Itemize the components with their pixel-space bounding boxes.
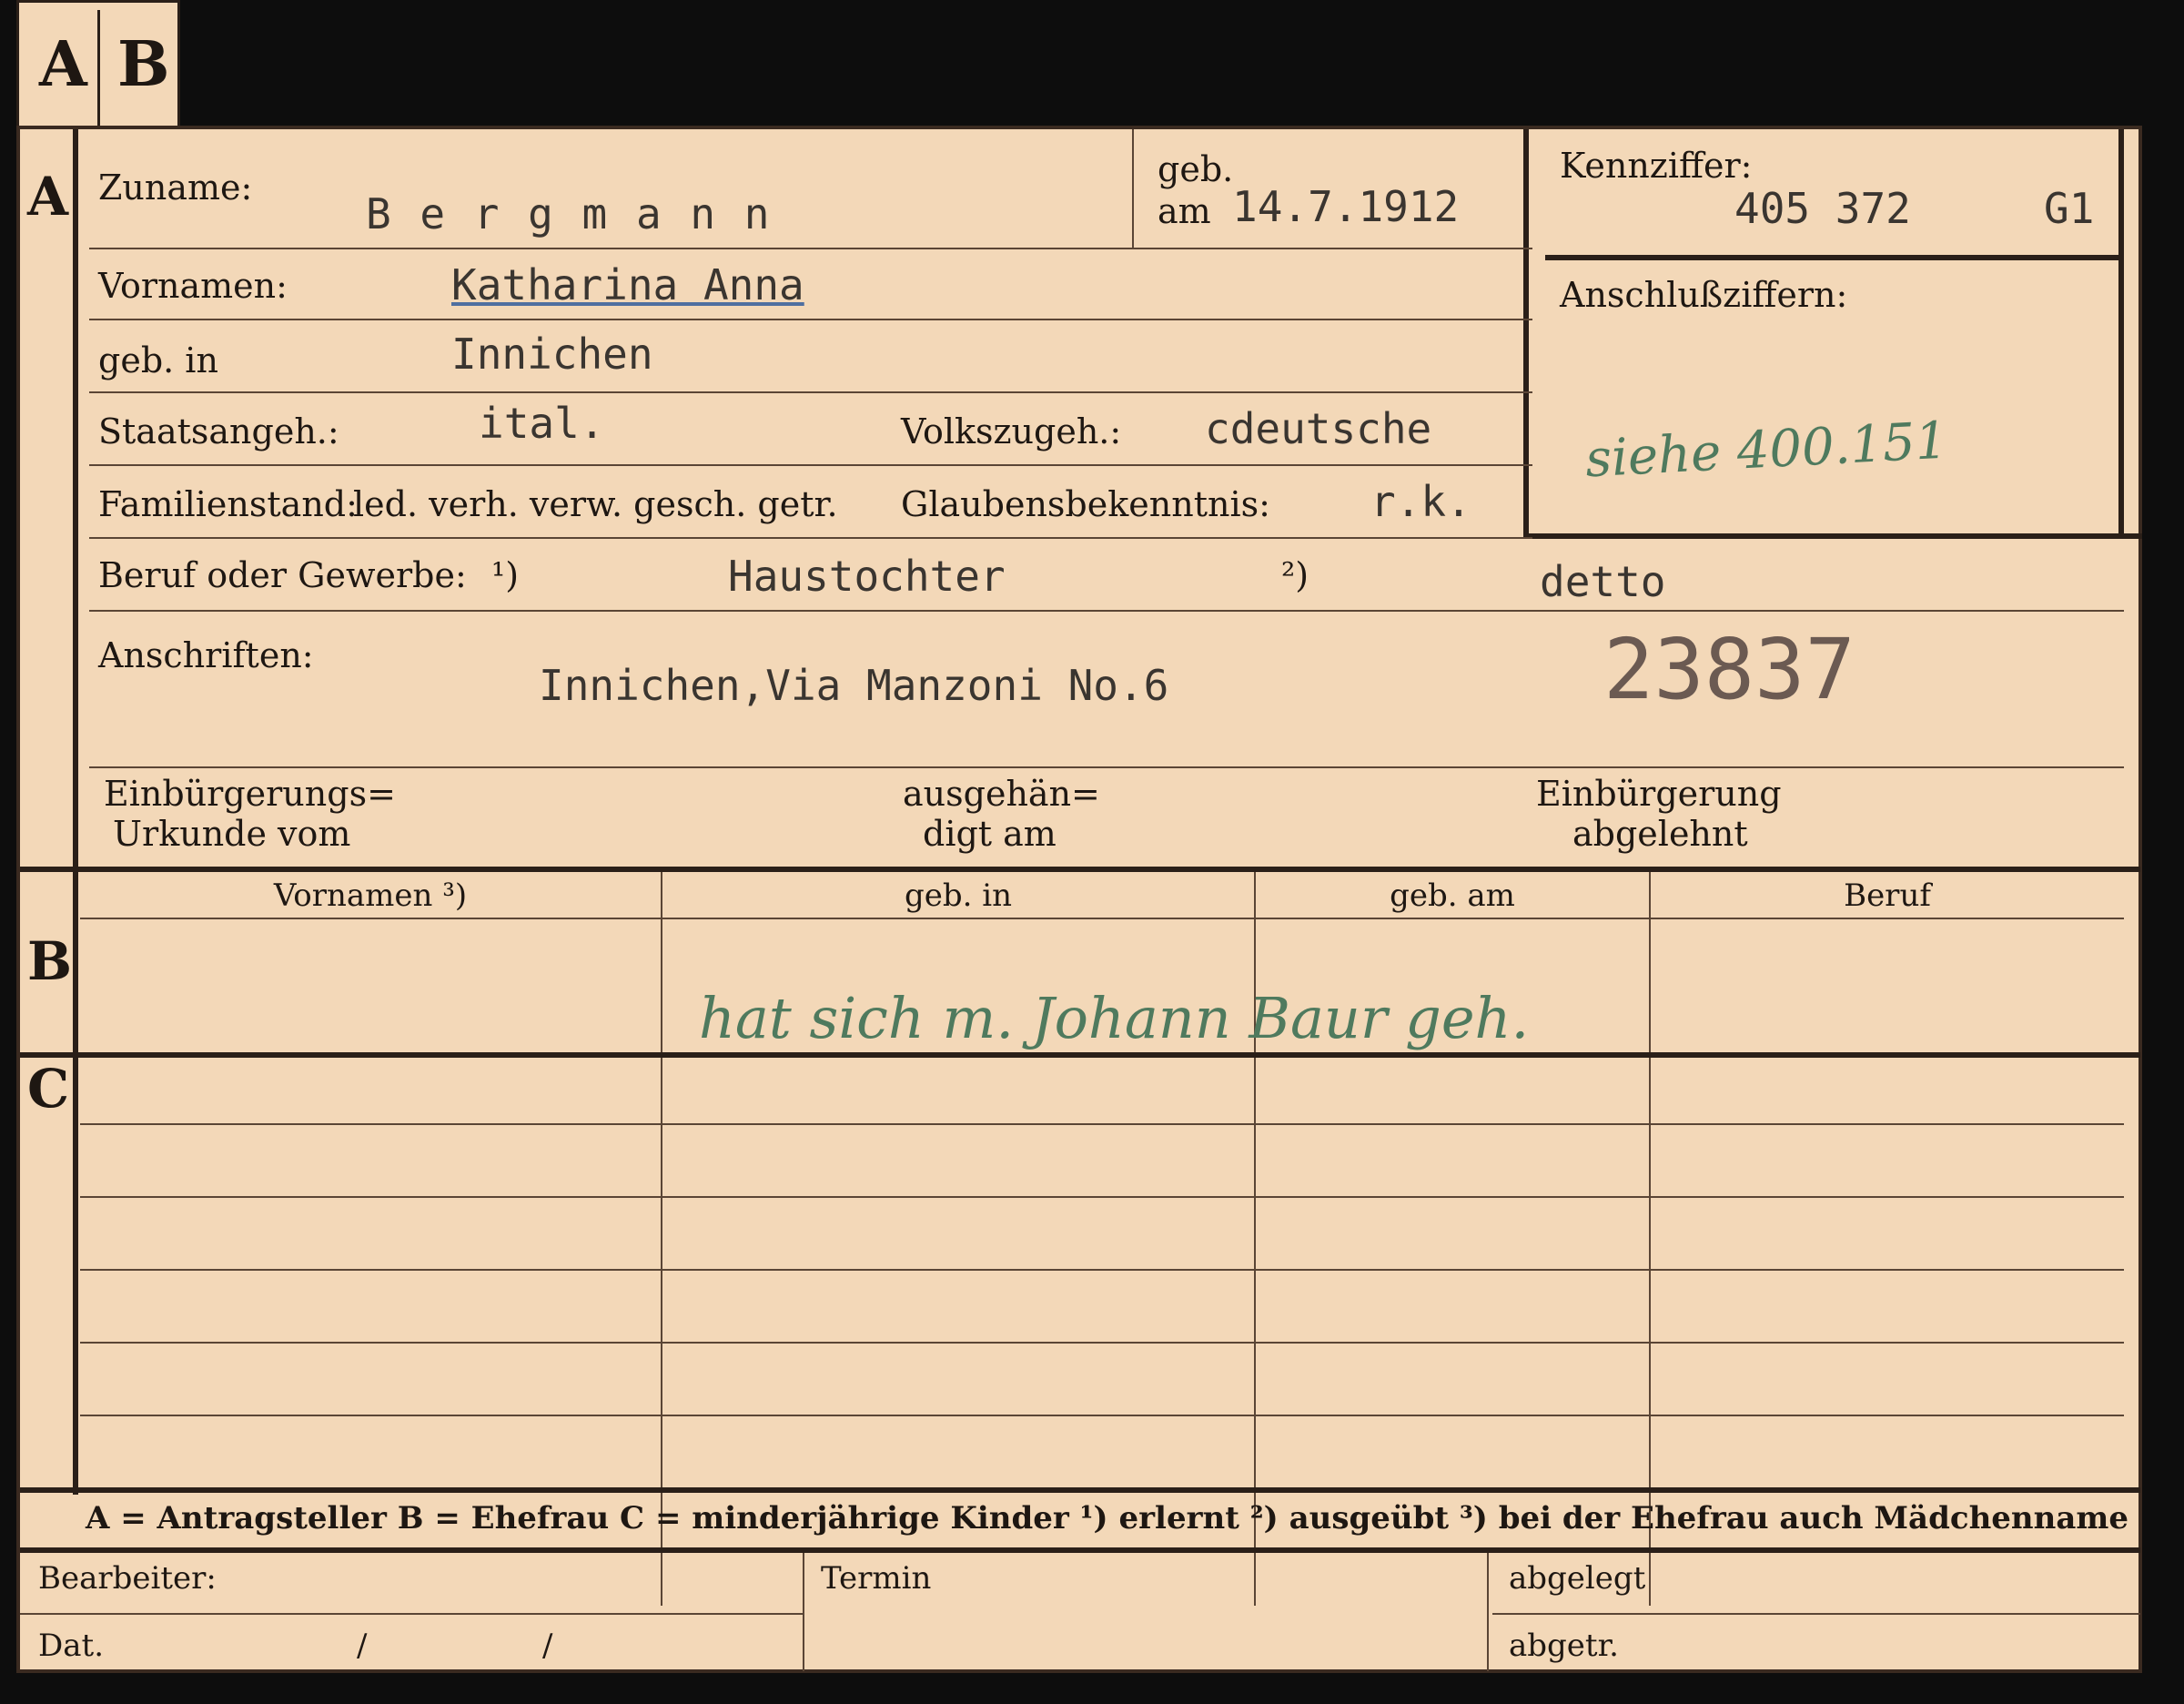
row-line-4 xyxy=(89,464,1532,466)
kennziffer-box-right xyxy=(2118,129,2124,539)
legend-top-rule xyxy=(20,1487,2140,1493)
c-row-line-4 xyxy=(80,1342,2124,1344)
zuname-value: B e r g m a n n xyxy=(366,189,772,238)
vornamen-label: Vornamen: xyxy=(98,266,288,306)
beruf-label: Beruf oder Gewerbe: xyxy=(98,555,467,595)
c-row-line-5 xyxy=(80,1415,2124,1416)
footer-divider-2 xyxy=(1487,1553,1489,1671)
row-line-5 xyxy=(89,537,1532,539)
tab-letter-a: A xyxy=(39,28,87,101)
section-b-header-line xyxy=(80,918,2124,919)
zuname-label: Zuname: xyxy=(98,167,253,208)
section-b-letter: B xyxy=(27,930,73,992)
col-head-beruf: Beruf xyxy=(1844,877,1931,914)
glauben-value: r.k. xyxy=(1370,477,1471,526)
date-slash-1: / xyxy=(357,1628,368,1664)
kennziffer-suffix: G1 xyxy=(2044,184,2095,233)
date-slash-2: / xyxy=(542,1628,553,1664)
c-row-line-2 xyxy=(80,1196,2124,1198)
anschluss-note: siehe 400.151 xyxy=(1583,411,1949,490)
geb-am-value: 14.7.1912 xyxy=(1232,182,1460,231)
col-head-gebam: geb. am xyxy=(1390,877,1515,914)
vornamen-value: Katharina Anna xyxy=(451,260,804,309)
einb-abgelehnt-line2: abgelehnt xyxy=(1572,814,1748,854)
stamp-number: 23837 xyxy=(1603,621,1855,718)
row-line-3 xyxy=(89,391,1532,393)
registration-card: A B C Zuname: B e r g m a n n geb. am 14… xyxy=(16,126,2142,1673)
bearbeiter-label: Bearbeiter: xyxy=(38,1560,217,1597)
einb-urkunde-line2: Urkunde vom xyxy=(113,814,351,854)
section-a-letter: A xyxy=(27,166,69,228)
volks-label: Volkszugeh.: xyxy=(901,411,1122,451)
tab-divider xyxy=(97,10,100,128)
geb-divider xyxy=(1132,129,1134,248)
volks-value: cdeutsche xyxy=(1205,404,1432,453)
glauben-label: Glaubensbekenntnis: xyxy=(901,484,1270,524)
familien-label: Familienstand: xyxy=(98,484,358,524)
einb-urkunde-line1: Einbürgerungs= xyxy=(104,774,396,814)
ausgehaen-line1: ausgehän= xyxy=(903,774,1100,814)
am-label: am xyxy=(1158,191,1211,231)
dat-label: Dat. xyxy=(38,1628,105,1664)
col-divider-2 xyxy=(1254,872,1256,1606)
abgelegt-label: abgelegt xyxy=(1509,1560,1646,1597)
handwritten-marriage-note: hat sich m. Johann Baur geh. xyxy=(699,985,1530,1051)
row-line-1 xyxy=(89,248,1532,249)
familien-options: led. verh. verw. gesch. getr. xyxy=(353,484,838,524)
card-tab: A B xyxy=(16,0,180,137)
section-c-letter: C xyxy=(27,1058,70,1120)
legend-bottom-rule xyxy=(20,1547,2140,1553)
beruf-mark-2: ²) xyxy=(1281,555,1309,595)
legend-text: A = Antragsteller B = Ehefrau C = minder… xyxy=(86,1500,2128,1537)
anschriften-value: Innichen,Via Manzoni No.6 xyxy=(539,661,1169,710)
footer-divider-1 xyxy=(803,1553,804,1671)
row-line-2 xyxy=(89,319,1532,320)
gebin-value: Innichen xyxy=(451,330,653,379)
kennziffer-box-bottom xyxy=(1523,533,2142,539)
col-head-vornamen: Vornamen ³) xyxy=(273,877,468,914)
col-divider-3 xyxy=(1649,872,1651,1606)
col-divider-1 xyxy=(661,872,662,1606)
kennziffer-label: Kennziffer: xyxy=(1560,146,1753,186)
section-c-top-rule xyxy=(20,1052,2140,1058)
section-b-top-rule xyxy=(20,867,2140,872)
c-row-line-1 xyxy=(80,1123,2124,1125)
row-line-7 xyxy=(89,766,2124,768)
footer-line-left xyxy=(20,1613,803,1615)
footer-line-right xyxy=(1492,1613,2140,1615)
row-line-6 xyxy=(89,610,2124,612)
tab-letter-b: B xyxy=(117,28,170,101)
kennziffer-value: 405 372 xyxy=(1734,184,1911,233)
beruf-value-2: detto xyxy=(1540,557,1666,606)
beruf-mark-1: ¹) xyxy=(491,555,520,595)
section-column-divider xyxy=(73,129,78,1495)
staat-label: Staatsangeh.: xyxy=(98,411,339,451)
beruf-value: Haustochter xyxy=(728,552,1006,601)
abgetr-label: abgetr. xyxy=(1509,1628,1619,1664)
gebin-label: geb. in xyxy=(98,340,218,380)
col-head-gebin: geb. in xyxy=(904,877,1013,914)
anschriften-label: Anschriften: xyxy=(98,635,314,675)
ausgehaen-line2: digt am xyxy=(923,814,1057,854)
kennziffer-box-divider xyxy=(1545,255,2122,260)
anschluss-label: Anschlußziffern: xyxy=(1560,275,1848,315)
einb-abgelehnt-line1: Einbürgerung xyxy=(1536,774,1782,814)
c-row-line-3 xyxy=(80,1269,2124,1271)
kennziffer-box-left xyxy=(1523,129,1529,539)
termin-label: Termin xyxy=(821,1560,932,1597)
geb-label: geb. xyxy=(1158,149,1234,189)
staat-value: ital. xyxy=(479,399,605,448)
